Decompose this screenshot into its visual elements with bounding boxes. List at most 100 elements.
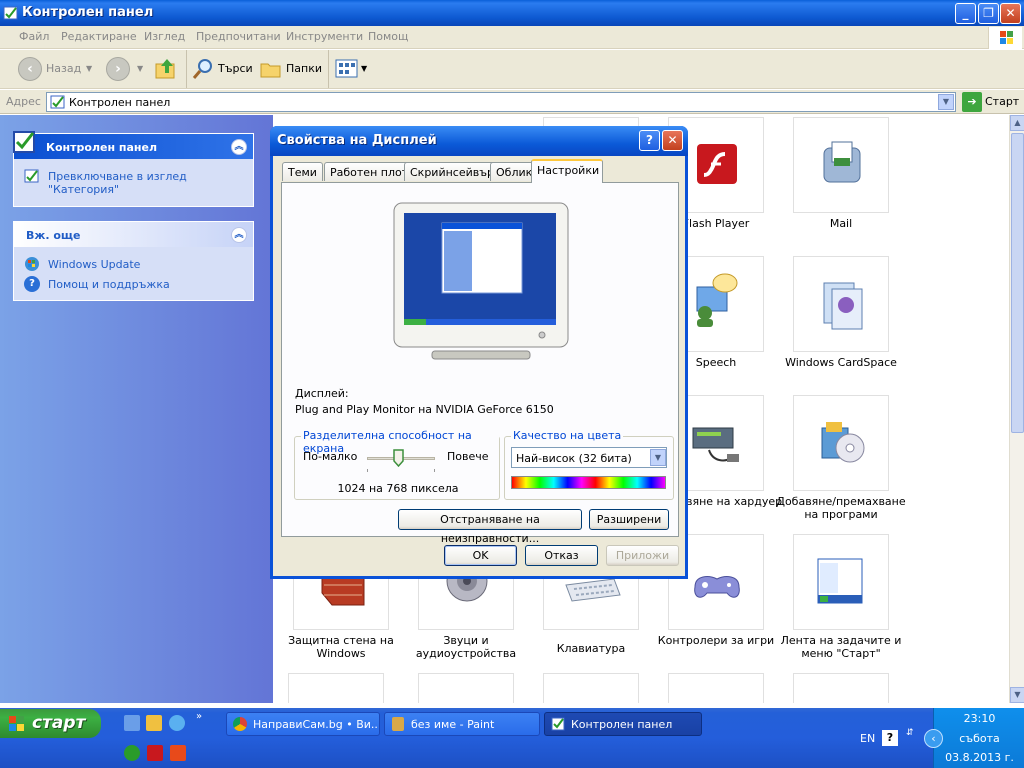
language-help-icon[interactable]: ?: [882, 730, 898, 746]
app-orange-icon[interactable]: [170, 745, 186, 761]
item-tile-partial[interactable]: [668, 673, 764, 703]
taskbar-item-control-panel-label: Контролен панел: [571, 718, 673, 731]
task-pane: Контролен панел ︽ Превключване в изглед …: [0, 115, 273, 703]
menu-view[interactable]: Изглед: [144, 30, 185, 43]
more-label: Повече: [447, 450, 489, 463]
dialog-title-bar[interactable]: Свойства на Дисплей ? ✕: [270, 126, 688, 156]
help-support-link[interactable]: Помощ и поддръжка: [48, 278, 170, 291]
folders-button[interactable]: Папки: [286, 62, 322, 75]
cardspace-label: Windows CardSpace: [785, 356, 897, 369]
less-label: По-малко: [303, 450, 358, 463]
tab-desktop[interactable]: Работен плот: [324, 162, 415, 181]
menu-tools[interactable]: Инструменти: [286, 30, 363, 43]
scroll-thumb[interactable]: [1011, 133, 1024, 433]
dialog-close-button[interactable]: ✕: [662, 130, 683, 151]
window-title-bar[interactable]: Контролен панел _ ❐ ✕: [0, 0, 1024, 26]
control-panel-box-header[interactable]: Контролен панел ︽: [14, 134, 253, 159]
tab-settings[interactable]: Настройки: [531, 159, 603, 183]
clock-time[interactable]: 23:10: [934, 712, 1024, 725]
tab-screensaver[interactable]: Скрийнсейвър: [404, 162, 500, 181]
window-title: Контролен панел: [22, 5, 154, 20]
color-quality-select[interactable]: Най-висок (32 бита) ▼: [511, 447, 667, 468]
taskbar-item[interactable]: [793, 534, 889, 630]
settings-tab-page: Дисплей: Plug and Play Monitor на NVIDIA…: [281, 182, 679, 545]
cancel-button[interactable]: Отказ: [525, 545, 598, 566]
scroll-up-button[interactable]: ▲: [1010, 115, 1024, 131]
dialog-body: Теми Работен плот Скрийнсейвър Облик Нас…: [273, 156, 685, 576]
color-spectrum-bar: [511, 476, 666, 489]
troubleshoot-button[interactable]: Отстраняване на неизправности...: [398, 509, 582, 545]
scroll-down-button[interactable]: ▼: [1010, 687, 1024, 703]
resolution-group: Разделителна способност на екрана По-мал…: [294, 429, 500, 500]
help-icon: ?: [24, 276, 40, 292]
advanced-button[interactable]: Разширени: [589, 509, 669, 530]
go-button[interactable]: Старт: [985, 95, 1019, 108]
item-tile-partial[interactable]: [418, 673, 514, 703]
color-quality-value: Най-висок (32 бита): [516, 452, 632, 465]
control-panel-box: Контролен панел ︽ Превключване в изглед …: [13, 131, 254, 207]
forward-dropdown-icon[interactable]: ▼: [137, 64, 143, 73]
collapse-chevron-icon[interactable]: ︽: [231, 139, 247, 155]
back-arrow-icon[interactable]: ‹: [18, 57, 42, 81]
close-button[interactable]: ✕: [1000, 3, 1021, 24]
paint-icon: [392, 717, 404, 731]
clock-date: 03.8.2013 г.: [945, 751, 1014, 764]
add-remove-programs-item[interactable]: [793, 395, 889, 491]
collapse-chevron-icon[interactable]: ︽: [231, 227, 247, 243]
toolbar: ‹ Назад ▼ › ▼ Търси Папки ▼: [0, 50, 1024, 89]
vertical-scrollbar[interactable]: ▲ ▼: [1009, 115, 1024, 703]
taskbar-item-browser[interactable]: НаправиСам.bg • Ви...: [226, 712, 380, 736]
control-panel-icon: [50, 94, 66, 110]
taskbar-item-paint-label: без име - Paint: [411, 718, 495, 731]
maximize-button[interactable]: ❐: [978, 3, 999, 24]
forward-arrow-icon[interactable]: ›: [106, 57, 130, 81]
help-button[interactable]: ?: [639, 130, 660, 151]
taskbar-item-browser-label: НаправиСам.bg • Ви...: [253, 718, 380, 731]
language-options-icon[interactable]: ⇵: [906, 728, 914, 738]
minimize-button[interactable]: _: [955, 3, 976, 24]
mail-item[interactable]: [793, 117, 889, 213]
cardspace-item[interactable]: [793, 256, 889, 352]
item-tile-partial[interactable]: [543, 673, 639, 703]
item-tile-partial[interactable]: [288, 673, 384, 703]
app-red-icon[interactable]: [147, 745, 163, 761]
views-icon[interactable]: [335, 59, 359, 79]
menu-edit[interactable]: Редактиране: [61, 30, 137, 43]
mail-label: Mail: [829, 217, 853, 230]
up-folder-icon[interactable]: [154, 56, 178, 82]
explorer-icon[interactable]: [146, 715, 162, 731]
menu-favorites[interactable]: Предпочитани: [196, 30, 281, 43]
back-button[interactable]: Назад: [46, 62, 81, 75]
start-button[interactable]: старт: [0, 709, 101, 738]
display-value: Plug and Play Monitor на NVIDIA GeForce …: [295, 403, 554, 416]
menu-help[interactable]: Помощ: [368, 30, 408, 43]
quick-launch-more-icon[interactable]: »: [196, 711, 202, 722]
windows-update-link[interactable]: Windows Update: [48, 258, 140, 271]
resolution-value: 1024 на 768 пиксела: [337, 482, 459, 495]
address-dropdown-button[interactable]: ▼: [938, 94, 954, 110]
taskbar-item-paint[interactable]: без име - Paint: [384, 712, 540, 736]
taskbar-item-control-panel[interactable]: Контролен панел: [544, 712, 702, 736]
show-desktop-icon[interactable]: [124, 715, 140, 731]
menu-file[interactable]: Файл: [19, 30, 49, 43]
resolution-slider-thumb[interactable]: [392, 449, 404, 468]
search-button[interactable]: Търси: [218, 62, 253, 75]
ok-button[interactable]: OK: [444, 545, 517, 566]
search-icon[interactable]: [191, 57, 215, 81]
display-properties-dialog: Свойства на Дисплей ? ✕ Теми Работен пло…: [270, 126, 688, 579]
item-tile-partial[interactable]: [793, 673, 889, 703]
utorrent-icon[interactable]: [124, 745, 140, 761]
go-arrow-icon[interactable]: ➔: [962, 92, 982, 112]
see-also-header[interactable]: Вж. още ︽: [14, 222, 253, 247]
views-dropdown-icon[interactable]: ▼: [361, 64, 367, 73]
address-input[interactable]: Контролен панел ▼: [46, 92, 956, 112]
back-dropdown-icon[interactable]: ▼: [86, 64, 92, 73]
switch-view-link[interactable]: Превключване в изглед "Категория": [48, 170, 188, 196]
apply-button[interactable]: Приложи: [606, 545, 679, 566]
language-indicator[interactable]: EN: [860, 732, 875, 745]
internet-explorer-icon[interactable]: [169, 715, 185, 731]
chevron-down-icon[interactable]: ▼: [650, 449, 666, 466]
folders-icon[interactable]: [259, 58, 283, 80]
tab-themes[interactable]: Теми: [282, 162, 323, 181]
see-also-box: Вж. още ︽ Windows Update ? Помощ и поддр…: [13, 221, 254, 301]
